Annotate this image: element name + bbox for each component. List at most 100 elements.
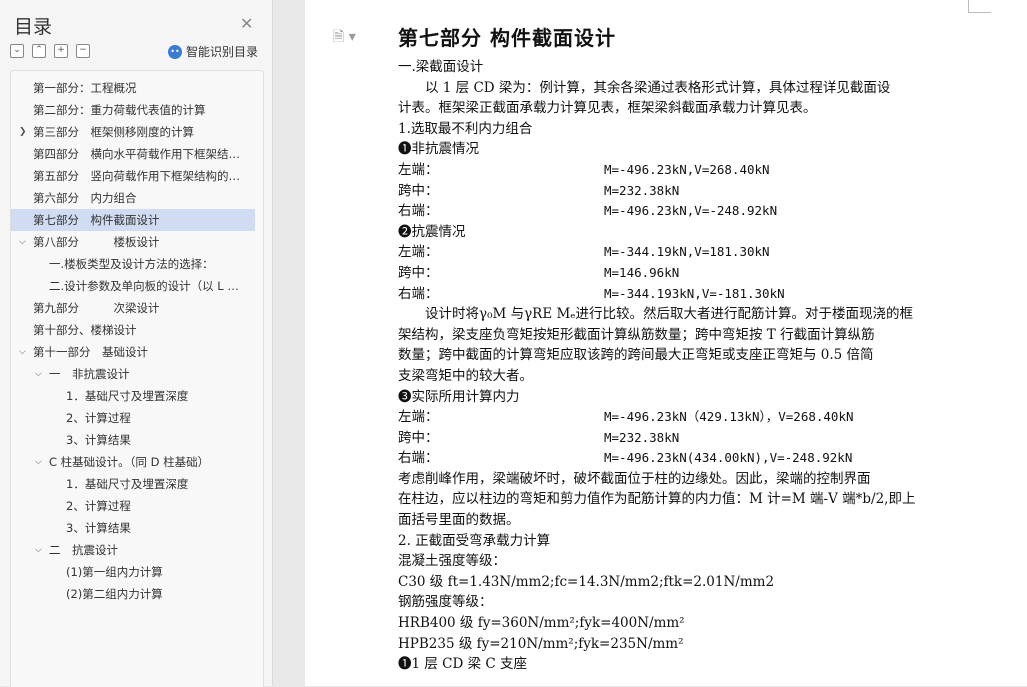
document-text: 一.梁截面设计 以 1 层 CD 梁为：例计算，其余各梁通过表格形式计算，具体过… (398, 57, 978, 675)
paragraph-line: HPB235 级 fy=210N/mm²;fyk=235N/mm² (398, 635, 684, 652)
toc-item[interactable]: 第一部分：工程概况 (11, 77, 255, 99)
force-value-line: 右端： M=-496.23kN(434.00kN),V=-248.92kN (398, 448, 978, 469)
toc-item[interactable]: ⌵ 一 非抗震设计 (11, 363, 255, 385)
force-position-label: 左端： (398, 161, 439, 178)
paragraph-line: ❷抗震情况 (398, 223, 466, 240)
close-icon[interactable]: ✕ (240, 14, 253, 33)
paragraph-line: ❸实际所用计算内力 (398, 388, 520, 405)
toc-item-label: 一.楼板类型及设计方法的选择： (49, 257, 214, 271)
toc-item-label: 3、计算结果 (66, 521, 131, 535)
collapse-all-icon[interactable]: ⌄ (10, 44, 24, 58)
toc-item[interactable]: 2、计算过程 (11, 407, 255, 429)
toc-item[interactable]: ⌵ 第十一部分 基础设计 (11, 341, 255, 363)
toc-item[interactable]: 3、计算结果 (11, 517, 255, 539)
expand-up-icon[interactable]: ⌃ (32, 44, 46, 58)
force-value: M=-496.23kN(434.00kN),V=-248.92kN (604, 450, 853, 466)
toc-item-label: 第四部分 横向水平荷载作用下框架结构的内力和侧移计算 (33, 147, 249, 161)
toc-item[interactable]: 第十部分、楼梯设计 (11, 319, 255, 341)
force-value: M=-496.23kN,V=-248.92kN (604, 203, 778, 219)
toc-item[interactable]: 二.设计参数及单向板的设计（以 L 板为例） (11, 275, 255, 297)
force-value: M=146.96kN (604, 264, 680, 280)
toc-item-label: 第二部分：重力荷载代表值的计算 (33, 103, 206, 117)
toc-toolbar: ⌄ ⌃ + − (10, 44, 90, 58)
toc-item-label: 3、计算结果 (66, 433, 131, 447)
paragraph-line: 考虑削峰作用，梁端破坏时，破坏截面位于柱的边缘处。因此，梁端的控制界面 (398, 470, 871, 487)
toc-item-label: 第一部分：工程概况 (33, 81, 137, 95)
toc-sidebar: 目录 ✕ ⌄ ⌃ + − •• 智能识别目录 第一部分：工程概况第二部分：重力荷… (0, 0, 273, 687)
paragraph-line: ❶非抗震情况 (398, 141, 479, 158)
smart-toc-label: 智能识别目录 (186, 45, 259, 59)
toc-item[interactable]: 第四部分 横向水平荷载作用下框架结构的内力和侧移计算 (11, 143, 255, 165)
toc-item[interactable]: 第二部分：重力荷载代表值的计算 (11, 99, 255, 121)
force-value-line: 跨中： M=232.38kN (398, 181, 978, 202)
chevron-down-icon[interactable]: ⌵ (35, 539, 42, 561)
remove-heading-icon[interactable]: − (76, 44, 90, 58)
force-value: M=-496.23kN（429.13kN），V=268.40kN (604, 409, 854, 425)
toc-item-label: 第十部分、楼梯设计 (33, 323, 137, 337)
sidebar-title: 目录 (14, 16, 53, 38)
paragraph-line: 1.选取最不利内力组合 (398, 120, 533, 137)
toc-item[interactable]: 3、计算结果 (11, 429, 255, 451)
toc-item-label: 2、计算过程 (66, 411, 131, 425)
chevron-down-icon[interactable]: ⌵ (35, 451, 42, 473)
chevron-down-icon[interactable]: ⌵ (19, 341, 26, 363)
toc-item[interactable]: 第七部分 构件截面设计 (11, 209, 255, 231)
force-position-label: 左端： (398, 244, 439, 261)
force-position-label: 右端： (398, 285, 439, 302)
toc-item-label: 第六部分 内力组合 (33, 191, 137, 205)
paragraph-line: 设计时将γ₀M 与γRE Mₑ进行比较。然后取大者进行配筋计算。对于楼面现浇的框 (398, 306, 914, 323)
toc-item-label: (2)第二组内力计算 (66, 587, 163, 601)
toc-item[interactable]: 第六部分 内力组合 (11, 187, 255, 209)
toc-item[interactable]: 一.楼板类型及设计方法的选择： (11, 253, 255, 275)
document-body: 第七部分 构件截面设计 一.梁截面设计 以 1 层 CD 梁为：例计算，其余各梁… (398, 22, 978, 675)
toc-item-label: 第三部分 框架侧移刚度的计算 (33, 125, 194, 139)
toc-item[interactable]: ⌵ 第八部分 楼板设计 (11, 231, 255, 253)
force-value-line: 右端： M=-496.23kN,V=-248.92kN (398, 201, 978, 222)
paragraph-line: 支梁弯矩中的较大者。 (398, 367, 533, 384)
smart-toc-button[interactable]: •• 智能识别目录 (168, 43, 258, 60)
toc-item-label: (1)第一组内力计算 (66, 565, 163, 579)
force-value-line: 左端： M=-496.23kN,V=268.40kN (398, 160, 978, 181)
toc-item-label: 2、计算过程 (66, 499, 131, 513)
toc-item[interactable]: 第九部分 次梁设计 (11, 297, 255, 319)
toc-item[interactable]: ❯ 第三部分 框架侧移刚度的计算 (11, 121, 255, 143)
paragraph-line: 2. 正截面受弯承载力计算 (398, 532, 551, 549)
toc-item[interactable]: ⌵ C 柱基础设计。（同 D 柱基础） (11, 451, 255, 473)
force-value: M=-344.193kN,V=-181.30kN (604, 285, 785, 301)
force-value-line: 左端： M=-496.23kN（429.13kN），V=268.40kN (398, 407, 978, 428)
toc-item[interactable]: 1．基础尺寸及埋置深度 (11, 473, 255, 495)
paragraph-line: 钢筋强度等级： (398, 594, 493, 611)
force-value-line: 跨中： M=232.38kN (398, 428, 978, 449)
toc-item[interactable]: 2、计算过程 (11, 495, 255, 517)
force-value-line: 跨中： M=146.96kN (398, 263, 978, 284)
paragraph-line: C30 级 ft=1.43N/mm2;fc=14.3N/mm2;ftk=2.01… (398, 573, 775, 590)
force-value: M=-344.19kN,V=181.30kN (604, 244, 770, 260)
chevron-right-icon[interactable]: ❯ (19, 121, 27, 143)
toc-list: 第一部分：工程概况 第二部分：重力荷载代表值的计算 ❯ 第三部分 框架侧移刚度的计算第… (10, 70, 264, 687)
force-value-line: 右端： M=-344.193kN,V=-181.30kN (398, 284, 978, 305)
force-position-label: 跨中： (398, 429, 439, 446)
toc-item[interactable]: 1．基础尺寸及埋置深度 (11, 385, 255, 407)
toc-item[interactable]: ⌵ 二 抗震设计 (11, 539, 255, 561)
toc-item[interactable]: (1)第一组内力计算 (11, 561, 255, 583)
force-position-label: 右端： (398, 450, 439, 467)
toc-item-label: 一 非抗震设计 (49, 367, 130, 381)
document-outline-icon[interactable]: 🗎 ▾ (333, 26, 356, 50)
force-value-line: 左端： M=-344.19kN,V=181.30kN (398, 242, 978, 263)
paragraph-line: HRB400 级 fy=360N/mm²;fyk=400N/mm² (398, 615, 685, 632)
toc-item-label: 二 抗震设计 (49, 543, 118, 557)
paragraph-line: 以 1 层 CD 梁为：例计算，其余各梁通过表格形式计算，具体过程详见截面设 (398, 79, 891, 96)
force-position-label: 跨中： (398, 264, 439, 281)
toc-item-label: 1．基础尺寸及埋置深度 (66, 389, 189, 403)
toc-item[interactable]: 第五部分 竖向荷载作用下框架结构的内力计算 (11, 165, 255, 187)
force-position-label: 右端： (398, 203, 439, 220)
force-position-label: 左端： (398, 409, 439, 426)
chevron-down-icon[interactable]: ⌵ (19, 231, 26, 253)
toc-item-label: 第八部分 楼板设计 (33, 235, 160, 249)
add-heading-icon[interactable]: + (54, 44, 68, 58)
toc-item[interactable]: (2)第二组内力计算 (11, 583, 255, 605)
chevron-down-icon[interactable]: ⌵ (35, 363, 42, 385)
toc-item-label: 第五部分 竖向荷载作用下框架结构的内力计算 (33, 169, 249, 183)
toc-item-label: 二.设计参数及单向板的设计（以 L 板为例） (49, 279, 249, 293)
page-title: 第七部分 构件截面设计 (398, 26, 616, 50)
